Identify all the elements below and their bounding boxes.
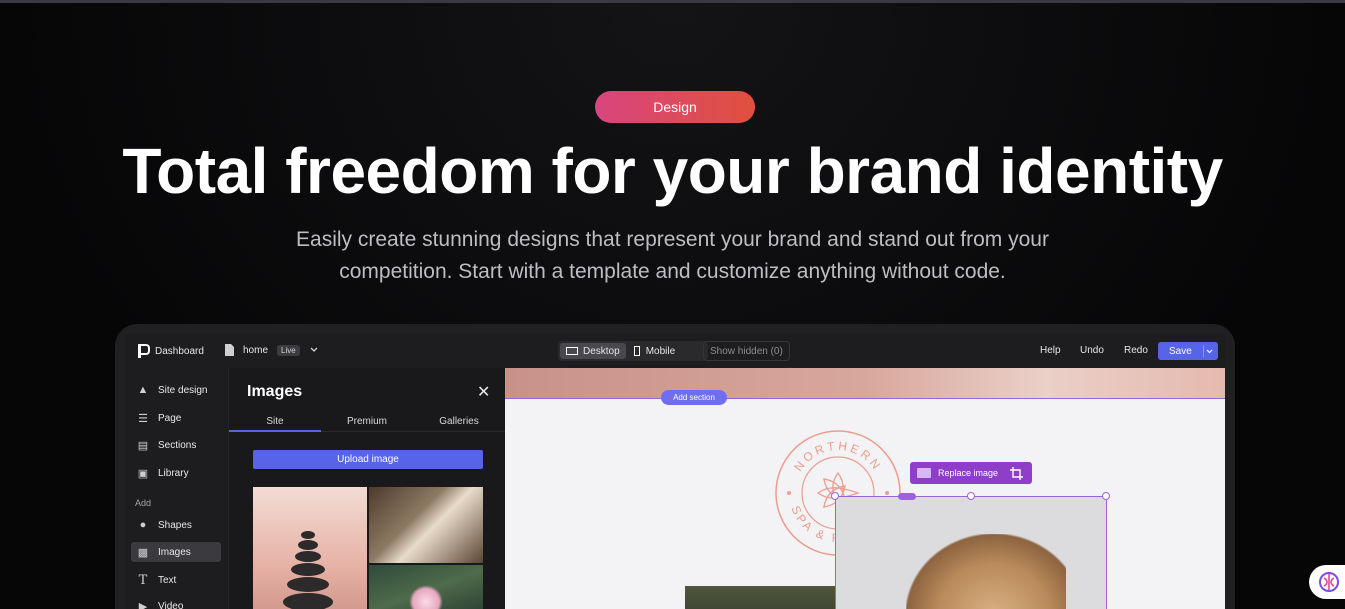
- chevron-down-icon: [310, 347, 318, 352]
- sections-icon: ▤: [137, 439, 149, 452]
- desktop-toggle[interactable]: Desktop: [560, 343, 626, 359]
- resize-handle[interactable]: [967, 492, 975, 500]
- bookmark-icon: ▣: [137, 467, 149, 480]
- text-icon: T: [138, 572, 148, 588]
- mobile-toggle[interactable]: Mobile: [633, 343, 676, 359]
- page-selector[interactable]: home Live: [225, 344, 318, 356]
- sliders-icon: ☰: [138, 412, 148, 425]
- shapes-icon: ●: [139, 519, 147, 531]
- sidebar-item-label: Images: [158, 546, 191, 558]
- sidebar-item-text[interactable]: T Text: [131, 570, 221, 590]
- image-thumbnail-lotus[interactable]: [369, 565, 483, 609]
- replace-image-button[interactable]: Replace image: [910, 462, 1032, 484]
- device-toggle: Desktop Mobile: [558, 341, 708, 361]
- show-hidden-button[interactable]: Show hidden (0): [703, 341, 790, 361]
- undo-button[interactable]: Undo: [1080, 345, 1104, 356]
- sidebar-item-library[interactable]: ▣ Library: [131, 463, 221, 483]
- editor-topbar: Dashboard home Live Desktop Mobile Show …: [125, 334, 1225, 368]
- page-status-badge: Live: [277, 344, 300, 356]
- brain-icon: [1319, 572, 1339, 592]
- panel-tabs: Site Premium Galleries: [229, 412, 506, 432]
- dashboard-link[interactable]: Dashboard: [138, 344, 204, 358]
- sidebar-item-images[interactable]: ▩ Images: [131, 542, 221, 562]
- video-icon: ▶: [138, 600, 148, 609]
- resize-handle[interactable]: [1102, 492, 1110, 500]
- page-icon: [225, 344, 234, 356]
- hero-subtitle: Easily create stunning designs that repr…: [250, 224, 1095, 288]
- sidebar-item-label: Page: [158, 412, 182, 424]
- save-divider: [1203, 345, 1204, 357]
- save-button[interactable]: Save: [1158, 342, 1218, 360]
- sidebar-item-shapes[interactable]: ● Shapes: [131, 515, 221, 535]
- sidebar-item-label: Site design: [158, 384, 208, 396]
- editor-sidebar: ▲ Site design ☰ Page ▤ Sections ▣ Librar…: [125, 368, 228, 609]
- section-boundary: [505, 398, 1225, 399]
- sidebar-item-sections[interactable]: ▤ Sections: [131, 435, 221, 455]
- sidebar-item-label: Library: [158, 467, 189, 479]
- hero-subtitle-line-2: competition. Start with a template and c…: [339, 260, 1006, 283]
- sidebar-item-label: Video: [158, 600, 184, 609]
- desktop-icon: [566, 346, 578, 355]
- hero-subtitle-line-1: Easily create stunning designs that repr…: [296, 228, 1049, 251]
- stone: [295, 551, 321, 562]
- stone: [283, 593, 333, 609]
- tab-premium[interactable]: Premium: [321, 416, 413, 427]
- hero-title: Total freedom for your brand identity: [122, 135, 1223, 207]
- editor-preview: Dashboard home Live Desktop Mobile Show …: [125, 334, 1225, 609]
- tab-galleries[interactable]: Galleries: [413, 416, 505, 427]
- image-thumbnail-stones[interactable]: [253, 487, 367, 609]
- sidebar-item-label: Shapes: [158, 519, 192, 531]
- help-button[interactable]: Help: [1040, 345, 1061, 356]
- assistant-widget-button[interactable]: [1309, 565, 1345, 599]
- redo-button[interactable]: Redo: [1124, 345, 1148, 356]
- resize-handle[interactable]: [831, 492, 839, 500]
- save-options-chevron-icon[interactable]: [1206, 349, 1213, 354]
- sidebar-item-label: Text: [158, 574, 177, 586]
- stone: [298, 540, 318, 550]
- brand-logo-icon: [138, 344, 150, 358]
- crop-icon[interactable]: [1010, 466, 1024, 480]
- design-badge: Design: [595, 91, 755, 123]
- images-panel: Images ✕ Site Premium Galleries Upload i…: [228, 368, 506, 609]
- page-name: home: [243, 344, 269, 356]
- replace-image-label: Replace image: [938, 468, 999, 478]
- image-icon: [917, 468, 931, 478]
- stone: [301, 531, 315, 539]
- save-label: Save: [1169, 345, 1192, 357]
- hero-image-band: [505, 368, 1225, 398]
- lotus-flower: [409, 585, 443, 609]
- dashboard-label: Dashboard: [155, 345, 204, 357]
- desktop-label: Desktop: [583, 345, 620, 357]
- close-icon[interactable]: ✕: [477, 382, 490, 402]
- brush-icon: ▲: [137, 384, 149, 396]
- portrait-subject: [906, 534, 1066, 609]
- sidebar-item-label: Sections: [158, 439, 197, 451]
- add-section-button[interactable]: Add section: [661, 390, 727, 405]
- sidebar-item-video[interactable]: ▶ Video: [131, 596, 221, 609]
- move-handle[interactable]: [898, 493, 916, 500]
- page-canvas[interactable]: Add section NORTHERN SPA & RESORT: [505, 368, 1225, 609]
- sidebar-item-page[interactable]: ☰ Page: [131, 408, 221, 428]
- sidebar-add-heading: Add: [135, 498, 152, 508]
- mobile-label: Mobile: [645, 345, 676, 357]
- stone: [291, 563, 325, 576]
- stone: [287, 577, 329, 592]
- image-thumbnail-hands[interactable]: [369, 487, 483, 563]
- tab-site[interactable]: Site: [229, 416, 321, 432]
- panel-title: Images: [247, 383, 303, 400]
- selected-image-frame[interactable]: [831, 492, 1110, 609]
- mobile-icon: [633, 346, 640, 356]
- image-icon: ▩: [137, 546, 149, 559]
- upload-image-button[interactable]: Upload image: [253, 450, 483, 469]
- svg-text:NORTHERN: NORTHERN: [791, 439, 885, 474]
- sidebar-item-site-design[interactable]: ▲ Site design: [131, 380, 221, 400]
